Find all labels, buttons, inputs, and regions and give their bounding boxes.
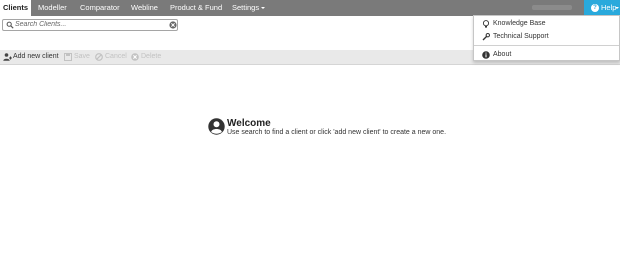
menu-divider: [474, 45, 619, 46]
tab-product-fund[interactable]: Product & Fund: [170, 0, 222, 16]
cancel-icon: [95, 53, 103, 61]
delete-button[interactable]: Delete: [131, 50, 163, 64]
wrench-icon: [482, 33, 490, 41]
tab-webline[interactable]: Webline: [131, 0, 158, 16]
info-icon: [482, 51, 490, 59]
user-name-area[interactable]: [532, 5, 572, 10]
help-dropdown-menu: Knowledge Base Technical Support About: [473, 15, 620, 61]
search-input[interactable]: [15, 20, 165, 30]
tab-modeller[interactable]: Modeller: [38, 0, 67, 16]
question-circle-icon: ?: [591, 4, 599, 12]
tab-label: Clients: [2, 3, 28, 12]
save-button[interactable]: Save: [64, 50, 90, 64]
cancel-button[interactable]: Cancel: [95, 50, 127, 64]
save-label: Save: [74, 53, 90, 60]
add-client-button[interactable]: Add new client: [3, 50, 61, 64]
tab-label: Webline: [131, 3, 158, 12]
chevron-down-icon: [615, 7, 619, 9]
search-icon: [6, 21, 14, 29]
tab-clients[interactable]: Clients: [0, 0, 31, 16]
menu-item-label: Technical Support: [493, 33, 549, 40]
add-user-icon: [3, 53, 12, 61]
user-icon: [208, 118, 225, 135]
menu-item-technical-support[interactable]: Technical Support: [474, 31, 619, 43]
menu-item-knowledge-base[interactable]: Knowledge Base: [474, 18, 619, 30]
clear-icon[interactable]: [169, 21, 177, 29]
chevron-down-icon: [261, 7, 266, 10]
add-client-label: Add new client: [13, 53, 59, 60]
help-menu-button[interactable]: ? Help: [584, 0, 620, 16]
tab-label: Settings: [232, 3, 260, 12]
delete-label: Delete: [141, 53, 162, 60]
search-field[interactable]: [2, 19, 178, 31]
tab-settings[interactable]: Settings: [232, 0, 266, 16]
lightbulb-icon: [482, 20, 490, 28]
tab-label: Comparator: [80, 3, 120, 12]
menu-item-label: About: [493, 51, 512, 58]
welcome-message: Use search to find a client or click 'ad…: [227, 129, 447, 136]
save-icon: [64, 53, 72, 61]
menu-item-about[interactable]: About: [474, 49, 619, 61]
tab-label: Product & Fund: [170, 3, 223, 12]
tab-comparator[interactable]: Comparator: [80, 0, 120, 16]
tab-label: Modeller: [38, 3, 67, 12]
delete-icon: [131, 53, 139, 61]
cancel-label: Cancel: [105, 53, 127, 60]
top-nav-bar: Clients Modeller Comparator Webline Prod…: [0, 0, 620, 16]
menu-item-label: Knowledge Base: [493, 20, 546, 27]
